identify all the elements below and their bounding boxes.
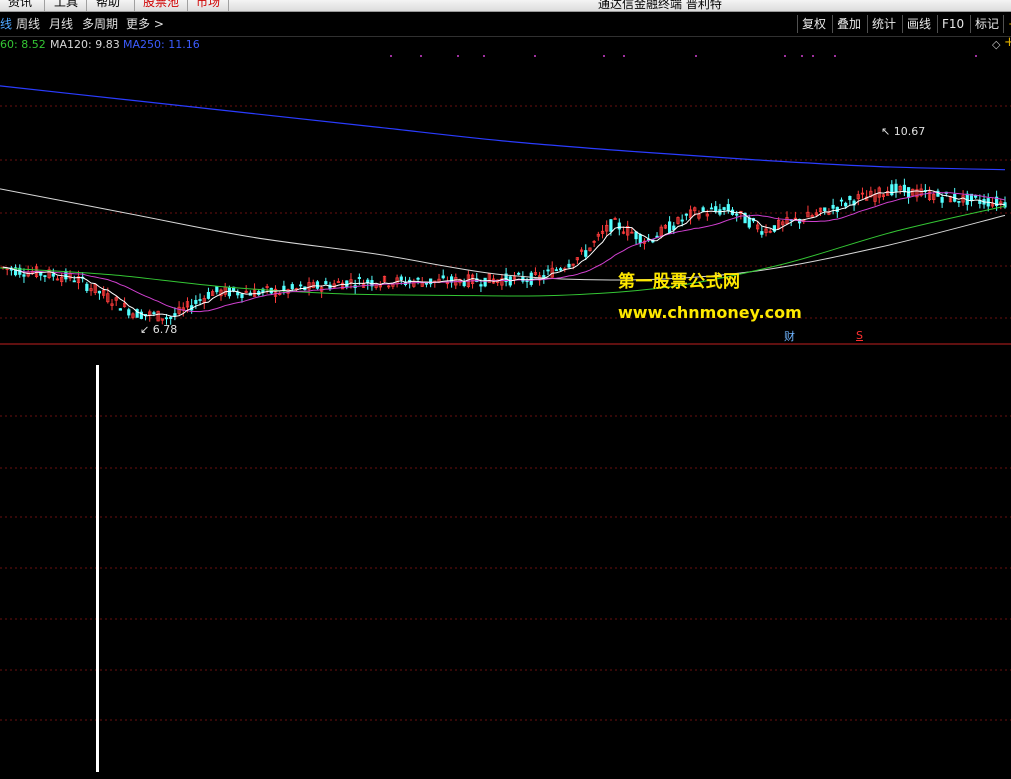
candle-body [164,317,169,320]
candle-body [127,309,131,316]
candle-body [554,269,559,272]
event-dot [975,55,977,57]
candle-body [546,269,550,272]
candle-body [747,217,751,228]
candle-body [726,204,730,212]
event-dot [483,55,485,57]
candle-body [529,272,533,285]
candle-body [43,275,47,278]
candle-body [85,283,89,291]
candle-body [609,219,613,232]
candle-body [282,285,286,291]
candle-body [97,290,102,294]
candle-body [684,213,688,216]
event-dot [834,55,836,57]
candle-body [839,199,844,202]
event-dot [390,55,392,57]
s-marker[interactable]: S [856,330,863,342]
low-price-value: 6.78 [152,323,178,336]
candle-body [315,281,320,289]
candle-body [722,207,726,210]
candle-body [206,291,211,299]
candle-body [39,272,43,276]
candle-body [227,287,231,297]
candle-body [290,284,294,290]
candle-body [714,206,718,212]
candle-body [483,277,487,287]
candle-body [429,278,433,285]
candle-body [894,183,898,192]
candle-body [848,195,852,201]
event-dot [784,55,786,57]
candle-body [835,206,839,212]
low-price-label: ↙ 6.78 [140,323,178,336]
candle-body [118,308,122,311]
candle-body [521,276,525,282]
candle-body [735,213,739,216]
candle-body [709,207,714,210]
indicator-bar [96,365,99,772]
ma60-line [0,205,1006,297]
candle-body [416,277,420,280]
candle-body [638,234,642,244]
candle-body [823,207,827,211]
candle-body [680,219,684,222]
candle-body [940,197,944,203]
event-dot [623,55,625,57]
candle-body [194,299,198,304]
candle-body [22,274,26,277]
candle-body [479,284,483,287]
candle-body [173,313,177,316]
event-dot [812,55,814,57]
candle-body [399,276,403,280]
event-dot [695,55,697,57]
event-dot [534,55,536,57]
candle-body [890,184,894,196]
candle-body [64,270,68,280]
high-price-label: ↖ 10.67 [881,125,926,138]
candlesticks [1,178,1007,325]
candle-body [634,231,638,240]
candle-body [462,281,466,287]
financial-marker[interactable]: 财 [784,331,795,343]
candle-body [957,200,961,203]
candle-body [357,277,361,280]
event-dot [420,55,422,57]
candle-body [517,272,521,275]
candle-body [240,293,244,299]
candle-body [215,286,219,293]
candle-body [760,231,764,235]
candle-body [324,281,328,285]
candle-body [668,221,672,233]
candle-body [701,207,705,212]
candle-body [72,280,76,283]
event-dot [457,55,459,57]
candle-body [831,204,835,209]
ma20-line [2,191,1006,313]
candle-body [441,275,445,279]
ma5-line [2,189,1006,318]
candle-body [152,312,156,315]
event-dot [603,55,605,57]
candle-body [613,218,617,220]
candle-body [617,222,621,230]
event-dot [801,55,803,57]
candle-body [51,273,55,277]
candle-body [584,250,588,257]
kline-chart[interactable] [0,0,1011,779]
candle-body [558,268,563,271]
event-dots [390,55,977,57]
candle-body [567,263,571,268]
candle-body [844,202,848,207]
candle-body [169,316,173,319]
candle-body [198,299,202,301]
high-price-value: 10.67 [893,125,926,138]
candle-body [299,284,303,287]
watermark-url: www.chnmoney.com [618,303,802,322]
ma250-line [0,85,1006,171]
watermark-title: 第一股票公式网 [618,272,741,292]
